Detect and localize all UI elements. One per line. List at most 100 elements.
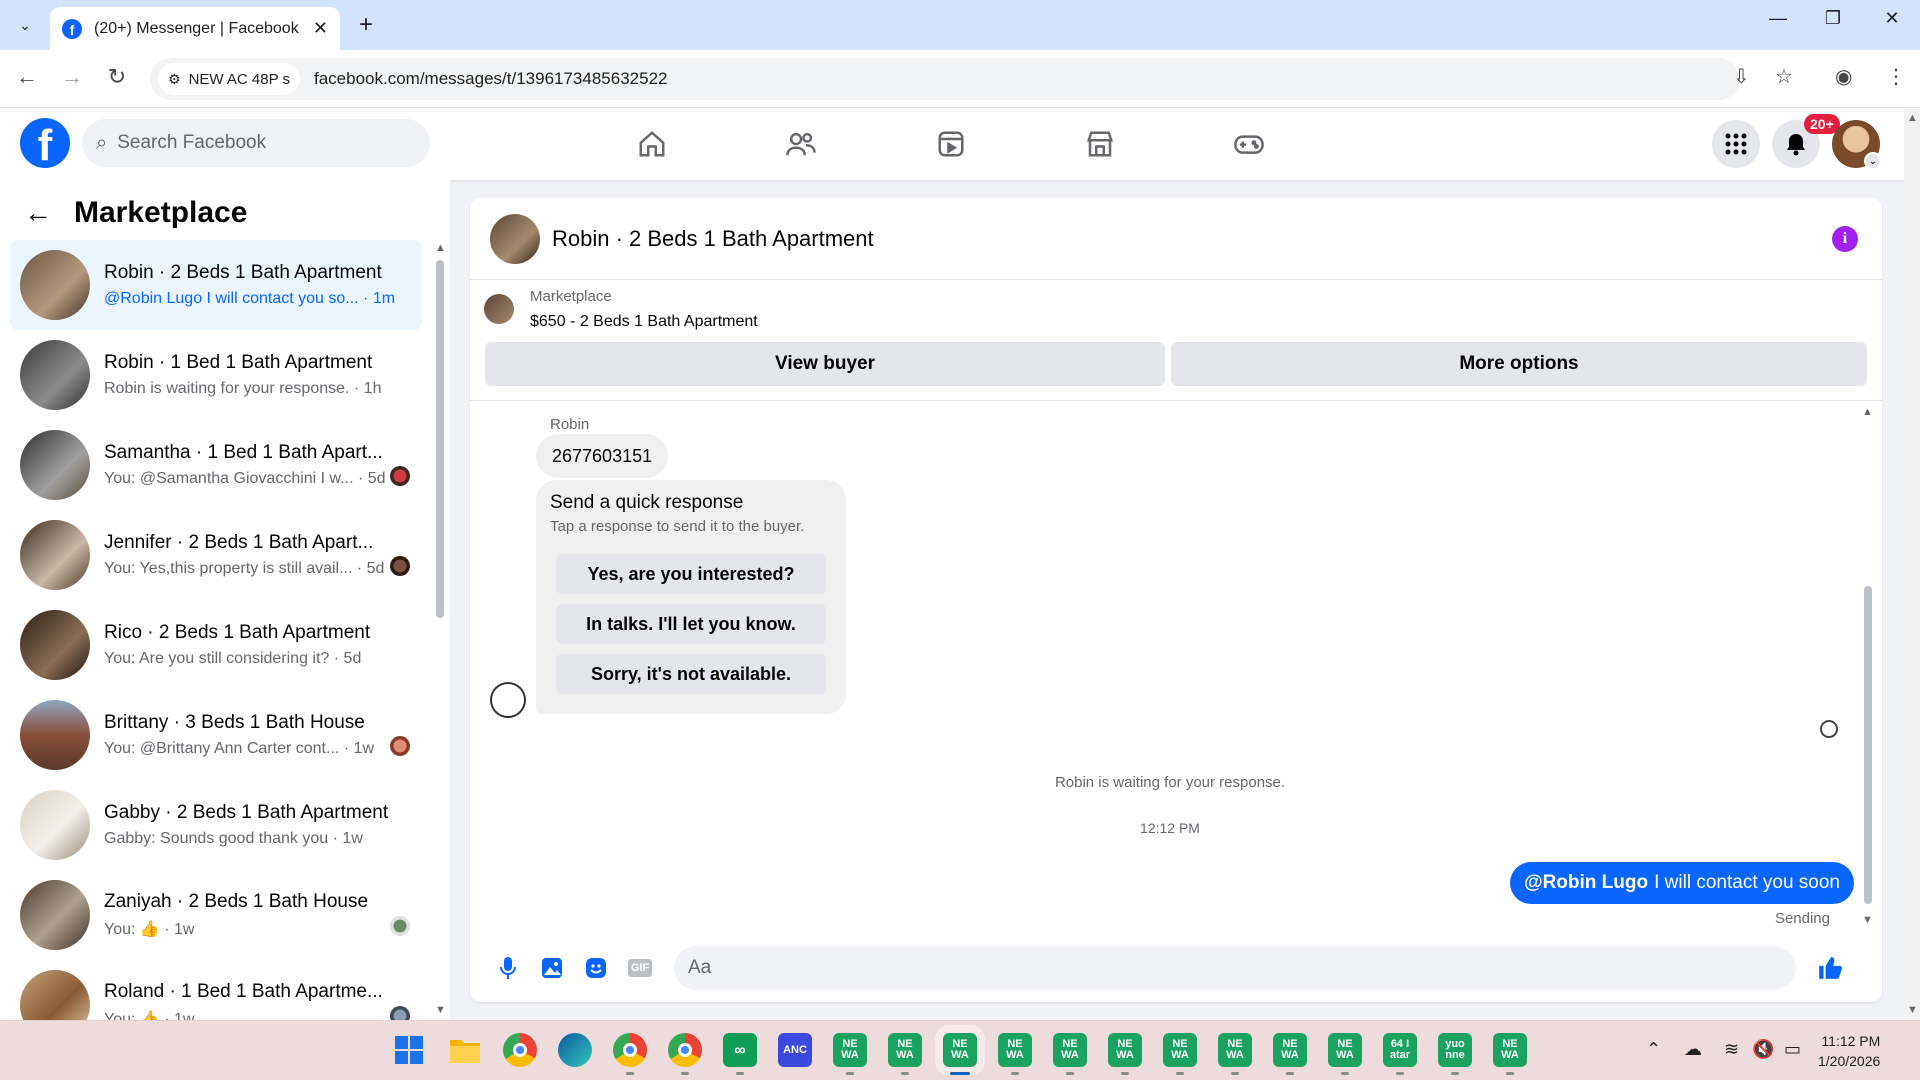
system-clock[interactable]: 11:12 PM 1/20/2026 xyxy=(1818,1031,1880,1071)
newa-app-icon[interactable]: NE WA xyxy=(888,1033,922,1067)
gif-icon[interactable]: GIF xyxy=(618,950,662,986)
newa-app-icon[interactable]: NE WA xyxy=(1218,1033,1252,1067)
page-scroll-up-icon[interactable]: ▲ xyxy=(1907,112,1918,124)
mention-text[interactable]: @Robin Lugo xyxy=(1524,872,1648,894)
conversation-name: Samantha · 1 Bed 1 Bath Apart... xyxy=(104,442,383,463)
running-indicator xyxy=(1066,1072,1074,1075)
outgoing-message[interactable]: @Robin Lugo I will contact you soon xyxy=(1510,862,1854,904)
facebook-logo-icon[interactable]: f xyxy=(20,118,70,168)
page-scrollbar[interactable]: ▲ ▼ xyxy=(1904,108,1920,1020)
scroll-up-arrow-icon[interactable]: ▲ xyxy=(1862,406,1873,418)
incoming-message[interactable]: 2677603151 xyxy=(536,434,669,478)
scroll-down-arrow-icon[interactable]: ▼ xyxy=(1862,914,1873,926)
chrome-profile-icon[interactable] xyxy=(668,1033,702,1067)
sidebar-scrollbar-thumb[interactable] xyxy=(436,260,444,618)
start-windows-icon[interactable] xyxy=(392,1033,426,1067)
listing-summary[interactable]: Marketplace $650 - 2 Beds 1 Bath Apartme… xyxy=(470,280,1882,338)
friends-icon[interactable] xyxy=(781,126,821,162)
facebook-favicon-icon: f xyxy=(62,18,82,39)
forward-arrow-icon[interactable]: → xyxy=(57,64,87,90)
running-indicator xyxy=(1396,1072,1404,1075)
newa-app-icon[interactable]: NE WA xyxy=(833,1033,867,1067)
message-input[interactable] xyxy=(674,946,1796,990)
tab-close-icon[interactable]: ✕ xyxy=(313,18,328,39)
cloud-offline-icon[interactable]: ☁ xyxy=(1684,1039,1702,1060)
sticker-icon[interactable] xyxy=(574,950,618,986)
site-info-chip[interactable]: ⚙ NEW AC 48P s xyxy=(158,63,300,95)
participant-avatar xyxy=(390,466,410,486)
menu-grid-icon[interactable] xyxy=(1712,120,1760,168)
conversation-item[interactable]: Robin · 2 Beds 1 Bath Apartment @Robin Lu… xyxy=(10,240,422,330)
conversation-item[interactable]: Roland · 1 Bed 1 Bath Apartme... You: 👍 ·… xyxy=(10,960,422,1020)
app-yuo-icon[interactable]: yuo nne xyxy=(1438,1033,1472,1067)
chrome-menu-icon[interactable]: ⋮ xyxy=(1886,64,1906,89)
back-arrow-icon[interactable]: ← xyxy=(24,197,52,229)
conversation-item[interactable]: Rico · 2 Beds 1 Bath Apartment You: Are y… xyxy=(10,600,422,690)
more-options-button[interactable]: More options xyxy=(1171,342,1867,386)
app-64-icon[interactable]: 64 I atar xyxy=(1383,1033,1417,1067)
newa-app-icon[interactable]: NE WA xyxy=(998,1033,1032,1067)
conversation-item[interactable]: Jennifer · 2 Beds 1 Bath Apart... You: Ye… xyxy=(10,510,422,600)
conversation-item[interactable]: Samantha · 1 Bed 1 Bath Apart... You: @Sa… xyxy=(10,420,422,510)
home-icon[interactable] xyxy=(632,126,672,162)
view-buyer-button[interactable]: View buyer xyxy=(485,342,1165,386)
chat-avatar[interactable] xyxy=(490,213,540,264)
chat-title[interactable]: Robin · 2 Beds 1 Bath Apartment xyxy=(552,226,874,252)
file-explorer-icon[interactable] xyxy=(448,1033,482,1067)
close-window-icon[interactable]: ✕ xyxy=(1872,8,1912,29)
reload-icon[interactable]: ↻ xyxy=(102,64,132,90)
newa-app-icon[interactable]: NE WA xyxy=(1493,1033,1527,1067)
back-arrow-icon[interactable]: ← xyxy=(12,64,42,90)
listing-thumbnail xyxy=(20,880,90,950)
chrome-profile-icon[interactable] xyxy=(613,1033,647,1067)
conversation-item[interactable]: Gabby · 2 Beds 1 Bath Apartment Gabby: So… xyxy=(10,780,422,870)
page-scroll-down-icon[interactable]: ▼ xyxy=(1907,1004,1918,1016)
address-bar[interactable]: ⚙ NEW AC 48P s facebook.com/messages/t/1… xyxy=(150,58,1740,100)
battery-icon[interactable]: ▭ xyxy=(1784,1039,1801,1060)
url-text[interactable]: facebook.com/messages/t/1396173485632522 xyxy=(314,69,667,89)
marketplace-icon[interactable] xyxy=(1080,126,1120,162)
like-thumbs-up-icon[interactable] xyxy=(1808,950,1852,986)
restore-icon[interactable]: ❐ xyxy=(1813,8,1853,29)
quick-response-in-talks-button[interactable]: In talks. I'll let you know. xyxy=(556,604,826,644)
proxy-app-icon[interactable]: ANC xyxy=(778,1033,812,1067)
edge-icon[interactable] xyxy=(558,1033,592,1067)
newa-app-icon[interactable]: NE WA xyxy=(1108,1033,1142,1067)
tray-chevron-up-icon[interactable]: ⌃ xyxy=(1646,1039,1661,1060)
browser-tab[interactable]: f (20+) Messenger | Facebook ✕ xyxy=(50,7,340,50)
gaming-icon[interactable] xyxy=(1229,126,1269,162)
newa-app-icon[interactable]: NE WA xyxy=(1163,1033,1197,1067)
scroll-up-arrow-icon[interactable]: ▲ xyxy=(435,242,446,254)
info-icon[interactable]: i xyxy=(1832,226,1858,252)
conversation-item[interactable]: Robin · 1 Bed 1 Bath Apartment Robin is w… xyxy=(10,330,422,420)
quick-response-yes-button[interactable]: Yes, are you interested? xyxy=(556,554,826,594)
newa-app-icon[interactable]: NE WA xyxy=(1328,1033,1362,1067)
video-icon[interactable] xyxy=(931,126,971,162)
profile-icon[interactable]: ◉ xyxy=(1835,64,1852,89)
scroll-down-arrow-icon[interactable]: ▼ xyxy=(435,1004,446,1016)
conversation-item[interactable]: Zaniyah · 2 Beds 1 Bath House You: 👍 · 1w xyxy=(10,870,422,960)
running-indicator xyxy=(1231,1072,1239,1075)
minimize-icon[interactable]: — xyxy=(1758,8,1798,29)
wifi-icon[interactable]: ≋ xyxy=(1724,1039,1739,1060)
newa-app-icon[interactable]: NE WA xyxy=(1273,1033,1307,1067)
tab-search-chevron-icon[interactable]: ⌄ xyxy=(10,10,40,40)
conversation-name: Robin · 1 Bed 1 Bath Apartment xyxy=(104,352,373,373)
app-infinity-icon[interactable]: ∞ xyxy=(723,1033,757,1067)
chat-scrollbar-thumb[interactable] xyxy=(1864,586,1872,904)
facebook-search[interactable]: ⌕ xyxy=(82,119,430,167)
facebook-search-input[interactable] xyxy=(117,132,398,154)
chrome-icon[interactable] xyxy=(503,1033,537,1067)
newa-app-icon[interactable]: NE WA xyxy=(1053,1033,1087,1067)
photo-icon[interactable] xyxy=(530,950,574,986)
account-chevron-icon[interactable]: ⌄ xyxy=(1864,152,1882,170)
sender-avatar[interactable] xyxy=(490,682,526,718)
microphone-icon[interactable] xyxy=(486,950,530,986)
new-tab-plus-icon[interactable]: + xyxy=(352,11,380,39)
bookmark-star-icon[interactable]: ☆ xyxy=(1775,64,1793,89)
quick-response-not-available-button[interactable]: Sorry, it's not available. xyxy=(556,654,826,694)
install-app-icon[interactable]: ⇩ xyxy=(1733,64,1750,89)
newa-app-icon-active[interactable]: NE WA xyxy=(935,1025,985,1075)
volume-muted-icon[interactable]: 🔇 xyxy=(1752,1039,1774,1060)
conversation-item[interactable]: Brittany · 3 Beds 1 Bath House You: @Brit… xyxy=(10,690,422,780)
